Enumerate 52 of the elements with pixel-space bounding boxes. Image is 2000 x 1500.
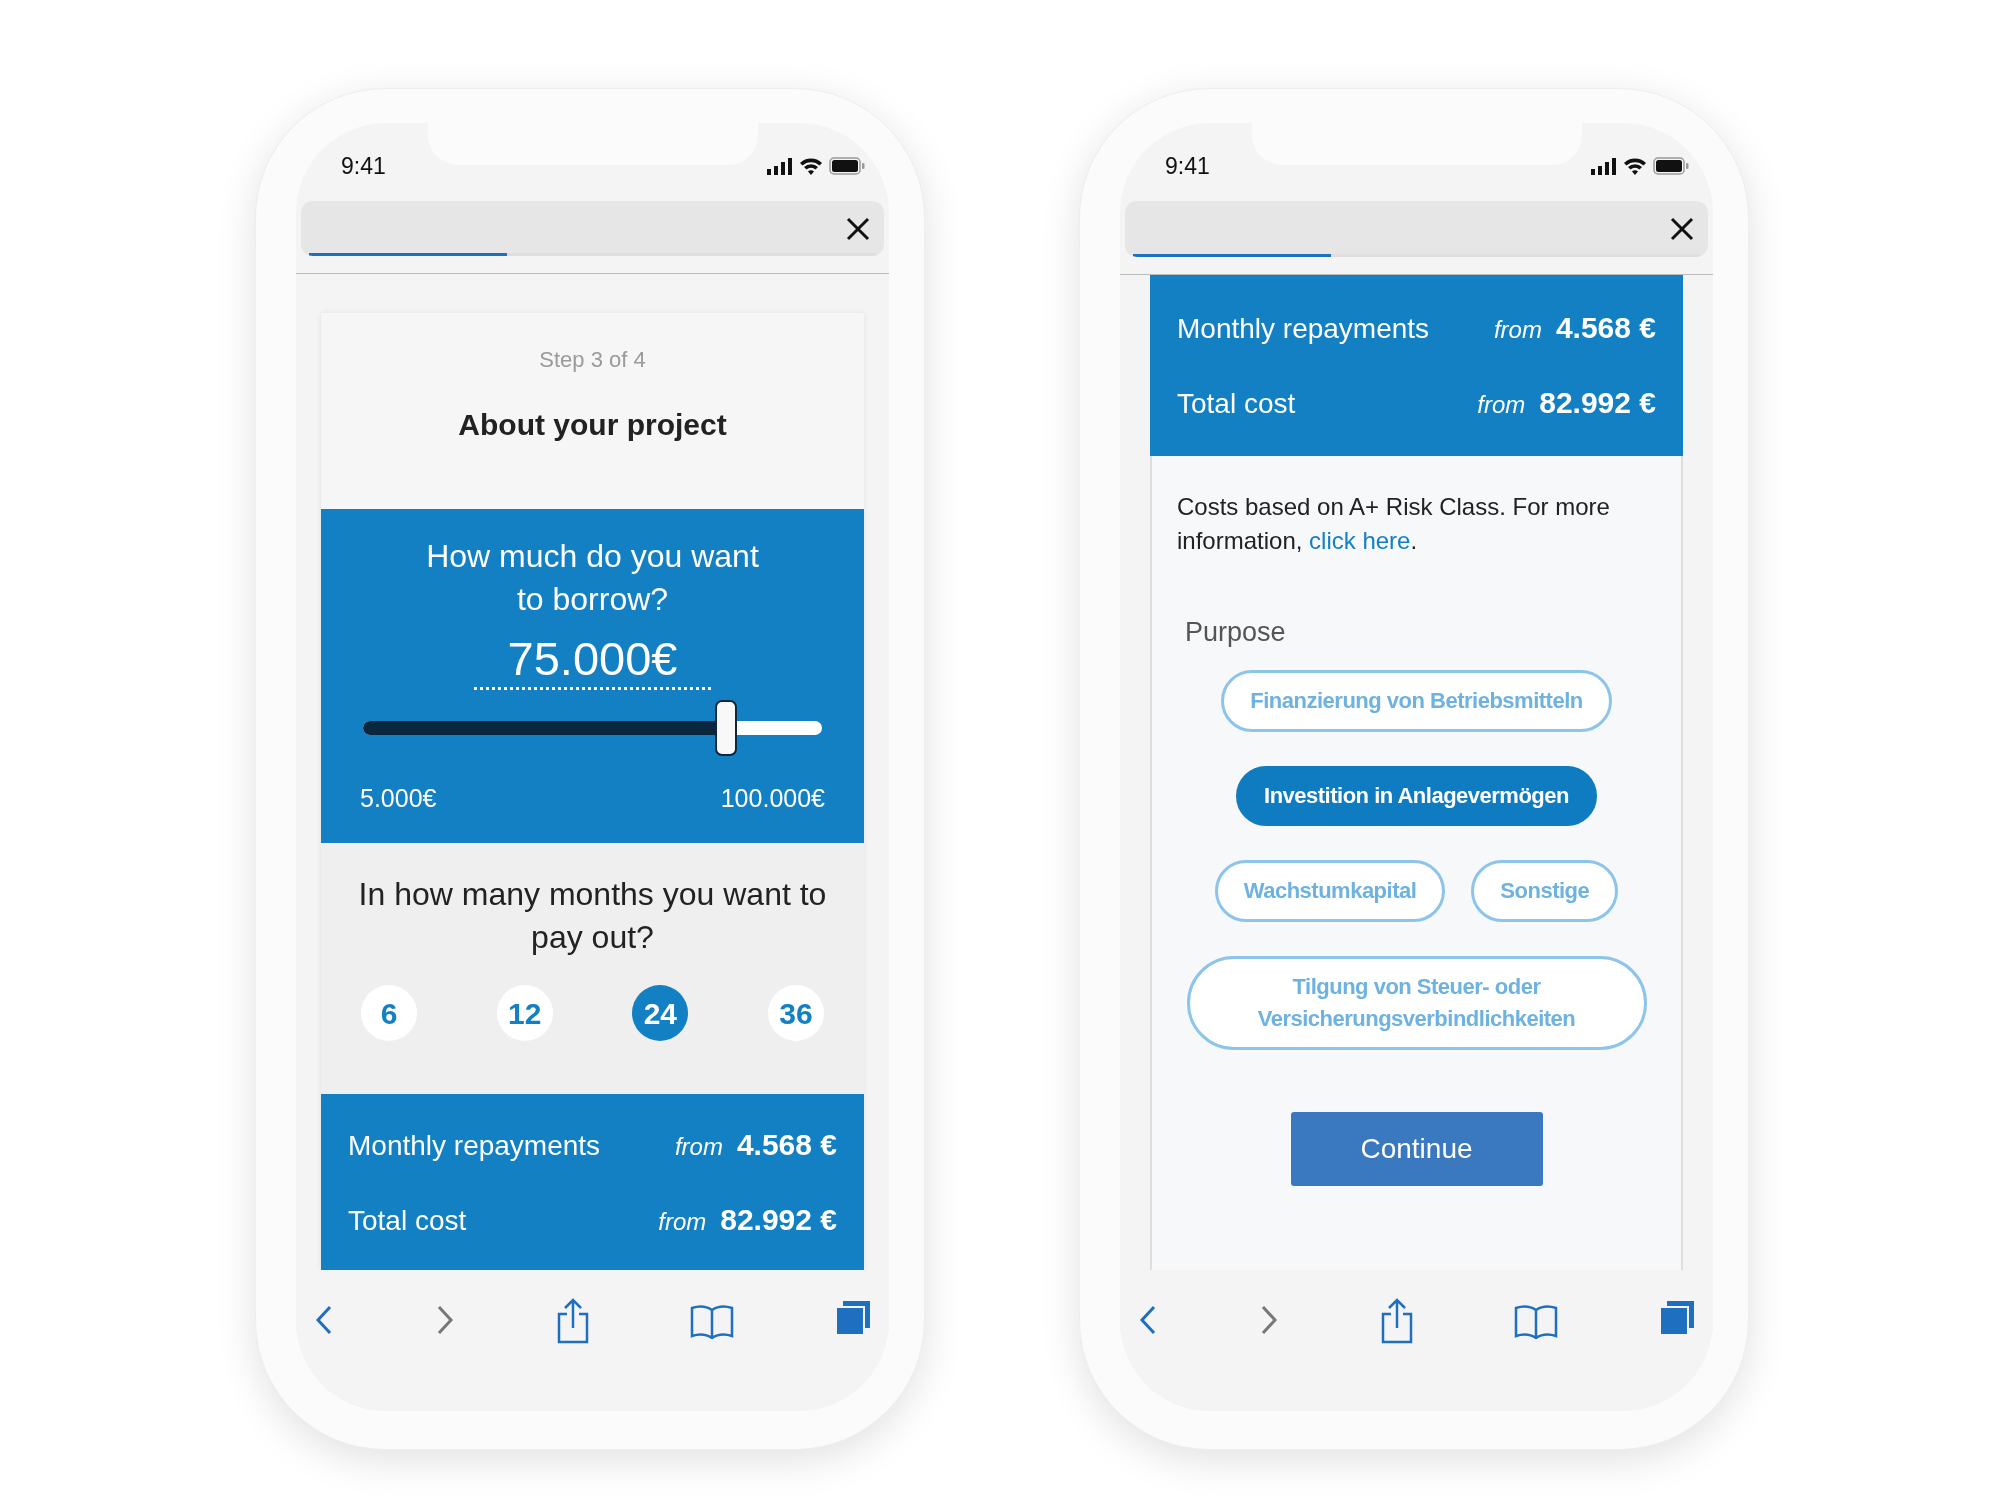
max-amount: 100.000€ [720, 783, 825, 815]
from-label: from [674, 1132, 723, 1163]
status-time: 9:41 [341, 151, 386, 181]
info-link[interactable]: click here [1309, 526, 1411, 554]
close-icon[interactable] [846, 216, 870, 241]
month-option[interactable]: 36 [767, 985, 824, 1042]
purpose-chip[interactable]: Finanzierung von Betriebsmitteln [1221, 670, 1612, 733]
from-label: from [1493, 315, 1542, 346]
status-time: 9:41 [1165, 151, 1210, 181]
back-icon[interactable] [314, 1304, 334, 1337]
min-amount: 5.000€ [360, 783, 437, 815]
info-text: Costs based on A+ Risk Class. For more information, click here. [1177, 491, 1611, 556]
purpose-chip[interactable]: Sonstige [1471, 860, 1619, 923]
signal-icon [767, 156, 793, 175]
month-option[interactable]: 24 [632, 985, 689, 1042]
summary-value: 82.992 € [720, 1202, 837, 1239]
wifi-icon [799, 156, 823, 175]
month-option[interactable]: 12 [496, 985, 553, 1042]
slider[interactable] [363, 700, 822, 757]
from-label: from [658, 1207, 707, 1238]
tabs-icon[interactable] [1659, 1300, 1695, 1337]
summary-value: 82.992 € [1539, 385, 1656, 422]
summary-value: 4.568 € [1555, 310, 1656, 347]
summary-label: Monthly repayments [348, 1129, 602, 1164]
purpose-label: Purpose [1185, 615, 1287, 649]
book-icon[interactable] [690, 1304, 735, 1341]
summary-label: Total cost [348, 1204, 468, 1239]
close-icon[interactable] [1670, 216, 1694, 241]
purpose-chip[interactable]: Wachstumkapital [1214, 860, 1446, 923]
battery-icon [829, 156, 865, 175]
wifi-icon [1623, 156, 1647, 175]
purpose-chip[interactable]: Tilgung von Steuer- oder Versicherungsverbindlichkeiten [1186, 956, 1647, 1051]
signal-icon [1591, 156, 1617, 175]
months-question: In how many months you want to pay out? [357, 875, 828, 958]
summary-label: Monthly repayments [1177, 312, 1431, 347]
share-icon[interactable] [555, 1298, 590, 1345]
amount-question: How much do you want to borrow? [425, 537, 760, 620]
summary-value: 4.568 € [736, 1127, 837, 1164]
tabs-icon[interactable] [835, 1300, 871, 1337]
slider-thumb[interactable] [714, 700, 737, 757]
amount-value: 75.000€ [473, 631, 712, 691]
book-icon[interactable] [1514, 1304, 1559, 1341]
continue-button[interactable]: Continue [1290, 1112, 1543, 1187]
step-indicator: Step 3 of 4 [539, 346, 646, 375]
month-option[interactable]: 6 [361, 985, 417, 1042]
battery-icon [1653, 156, 1689, 175]
summary-label: Total cost [1177, 387, 1297, 422]
share-icon[interactable] [1379, 1298, 1414, 1345]
back-icon[interactable] [1138, 1304, 1158, 1337]
purpose-chip[interactable]: Investition in Anlagevermögen [1236, 766, 1597, 827]
page-title: About your project [458, 407, 727, 444]
from-label: from [1477, 390, 1526, 421]
